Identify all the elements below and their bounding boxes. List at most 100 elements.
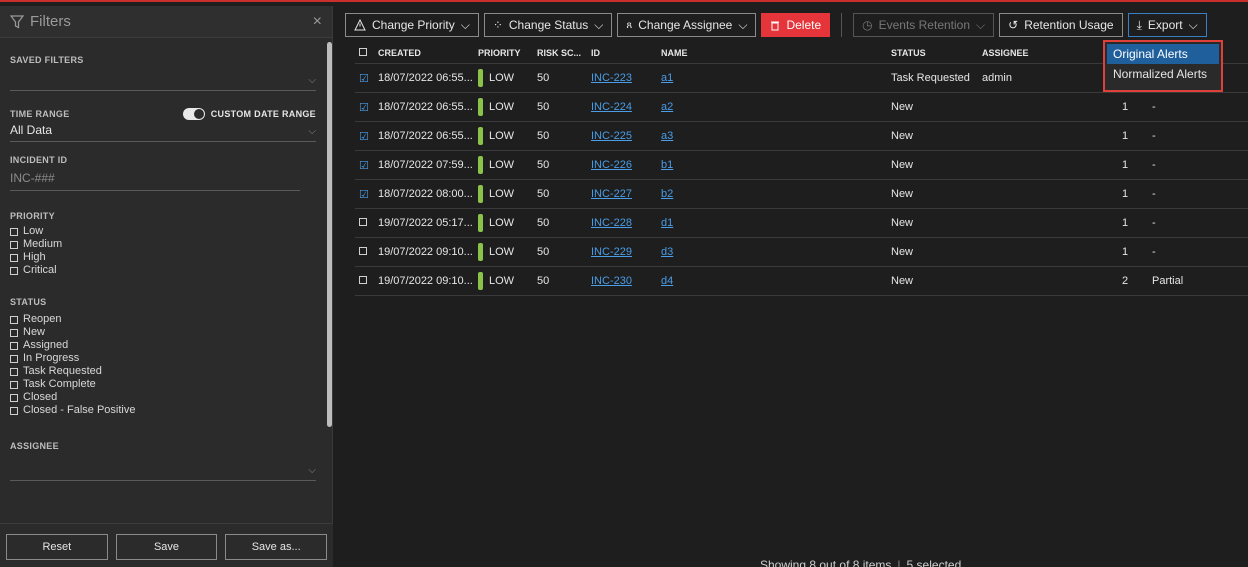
- col-risk-score[interactable]: RISK SC...: [537, 48, 591, 58]
- status-option[interactable]: In Progress: [10, 352, 316, 365]
- item-count: Showing 8 out of 8 items: [760, 558, 892, 567]
- save-as-button[interactable]: Save as...: [225, 534, 328, 560]
- status-option[interactable]: New: [10, 326, 316, 339]
- priority-option[interactable]: High: [10, 251, 316, 264]
- menu-item-original-alerts[interactable]: Original Alerts: [1107, 44, 1219, 64]
- cell-extra: -: [1152, 246, 1156, 258]
- checked-checkbox-icon[interactable]: ☑: [359, 102, 369, 114]
- cell-priority: LOW: [478, 98, 537, 116]
- col-id[interactable]: ID: [591, 48, 661, 58]
- status-option[interactable]: Assigned: [10, 339, 316, 352]
- cell-created: 18/07/2022 06:55...: [378, 130, 473, 142]
- col-name[interactable]: NAME: [661, 48, 891, 58]
- incident-id-link[interactable]: INC-229: [591, 246, 632, 258]
- table-row[interactable]: 19/07/2022 09:10... LOW 50 INC-229 d3 New 1 -: [355, 238, 1248, 267]
- checked-checkbox-icon[interactable]: ☑: [359, 160, 369, 172]
- cell-risk-score: 50: [537, 159, 550, 171]
- incident-id-link[interactable]: INC-226: [591, 159, 632, 171]
- assignee-dropdown[interactable]: ⌵: [10, 451, 316, 481]
- table-row[interactable]: 19/07/2022 05:17... LOW 50 INC-228 d1 New 1 -: [355, 209, 1248, 238]
- change-assignee-button[interactable]: ጸ Change Assignee ⌵: [617, 13, 757, 37]
- cell-extra: -: [1152, 217, 1156, 229]
- cell-id: INC-229: [591, 246, 661, 258]
- save-button[interactable]: Save: [115, 534, 218, 560]
- row-select[interactable]: [355, 246, 378, 258]
- cell-risk-score: 50: [537, 246, 550, 258]
- filters-scrollbar[interactable]: [327, 42, 332, 427]
- row-select[interactable]: [355, 217, 378, 229]
- checked-checkbox-icon[interactable]: ☑: [359, 131, 369, 143]
- download-icon: ⤓: [1136, 17, 1142, 32]
- checkbox-icon[interactable]: [359, 247, 367, 255]
- saved-filters-dropdown[interactable]: ⌵: [10, 65, 316, 91]
- retention-usage-button[interactable]: ↺ Retention Usage: [999, 13, 1123, 37]
- checkbox-icon: [10, 328, 18, 337]
- priority-option[interactable]: Medium: [10, 238, 316, 251]
- incident-id-link[interactable]: INC-225: [591, 130, 632, 142]
- incident-name-link[interactable]: b1: [661, 159, 673, 171]
- close-icon[interactable]: ×: [313, 13, 322, 31]
- row-select[interactable]: ☑: [355, 101, 378, 114]
- row-select[interactable]: [355, 275, 378, 287]
- change-priority-button[interactable]: Change Priority ⌵: [345, 13, 479, 37]
- incident-name-link[interactable]: a1: [661, 72, 673, 84]
- incident-id-input[interactable]: INC-###: [10, 165, 300, 191]
- time-range-dropdown[interactable]: All Data ⌵: [10, 120, 316, 142]
- col-created[interactable]: CREATED: [378, 48, 478, 58]
- menu-item-normalized-alerts[interactable]: Normalized Alerts: [1107, 64, 1219, 84]
- filter-icon: [10, 14, 24, 28]
- delete-button[interactable]: Delete: [761, 13, 831, 37]
- incident-id-link[interactable]: INC-223: [591, 72, 632, 84]
- status-option[interactable]: Closed: [10, 391, 316, 404]
- incident-name-link[interactable]: b2: [661, 188, 673, 200]
- checkbox-icon[interactable]: [359, 218, 367, 226]
- cell-alert-count: 1: [1122, 159, 1129, 171]
- cell-priority: LOW: [478, 272, 537, 290]
- incident-name-link[interactable]: d3: [661, 246, 673, 258]
- priority-option[interactable]: Low: [10, 225, 316, 238]
- checked-checkbox-icon[interactable]: ☑: [359, 189, 369, 201]
- cell-status: New: [891, 246, 914, 258]
- select-all-checkbox[interactable]: [359, 47, 367, 56]
- row-select[interactable]: ☑: [355, 130, 378, 143]
- incident-name-link[interactable]: d1: [661, 217, 673, 229]
- checkbox-icon[interactable]: [359, 276, 367, 284]
- status-option[interactable]: Task Complete: [10, 378, 316, 391]
- chevron-down-icon: ⌵: [308, 465, 316, 476]
- table-row[interactable]: 19/07/2022 09:10... LOW 50 INC-230 d4 New 2 Par…: [355, 267, 1248, 296]
- status-option[interactable]: Task Requested: [10, 365, 316, 378]
- cell-assignee: admin: [982, 72, 1012, 84]
- table-row[interactable]: ☑ 18/07/2022 08:00... LOW 50 INC-227 b2 New 1 -: [355, 180, 1248, 209]
- export-button[interactable]: ⤓ Export ⌵: [1127, 13, 1207, 37]
- events-retention-button[interactable]: ◷ Events Retention ⌵: [853, 13, 995, 37]
- custom-date-range-toggle[interactable]: [182, 108, 205, 120]
- cell-id: INC-223: [591, 72, 661, 84]
- col-status[interactable]: STATUS: [891, 48, 982, 58]
- incident-id-link[interactable]: INC-230: [591, 275, 632, 287]
- cell-name: a1: [661, 72, 891, 84]
- reset-button[interactable]: Reset: [6, 534, 108, 560]
- table-row[interactable]: ☑ 18/07/2022 06:55... LOW 50 INC-224 a2 New 1 -: [355, 93, 1248, 122]
- row-select[interactable]: ☑: [355, 72, 378, 85]
- row-select[interactable]: ☑: [355, 188, 378, 201]
- incident-name-link[interactable]: d4: [661, 275, 673, 287]
- cell-risk-score: 50: [537, 217, 550, 229]
- incident-name-link[interactable]: a3: [661, 130, 673, 142]
- incident-id-link[interactable]: INC-227: [591, 188, 632, 200]
- trash-icon: [771, 21, 780, 30]
- col-assignee[interactable]: ASSIGNEE: [982, 48, 1122, 58]
- incident-name-link[interactable]: a2: [661, 101, 673, 113]
- status-option[interactable]: Reopen: [10, 313, 316, 326]
- incident-id-link[interactable]: INC-228: [591, 217, 632, 229]
- status-option[interactable]: Closed - False Positive: [10, 404, 316, 417]
- table-row[interactable]: ☑ 18/07/2022 06:55... LOW 50 INC-225 a3 New 1 -: [355, 122, 1248, 151]
- priority-option[interactable]: Critical: [10, 264, 316, 277]
- cell-risk-score: 50: [537, 72, 550, 84]
- incident-id-link[interactable]: INC-224: [591, 101, 632, 113]
- row-select[interactable]: ☑: [355, 159, 378, 172]
- checked-checkbox-icon[interactable]: ☑: [359, 73, 369, 85]
- change-status-button[interactable]: ⁘ Change Status ⌵: [483, 13, 613, 37]
- col-priority[interactable]: PRIORITY: [478, 48, 537, 58]
- cell-created: 19/07/2022 09:10...: [378, 246, 473, 258]
- table-row[interactable]: ☑ 18/07/2022 07:59... LOW 50 INC-226 b1 New 1 -: [355, 151, 1248, 180]
